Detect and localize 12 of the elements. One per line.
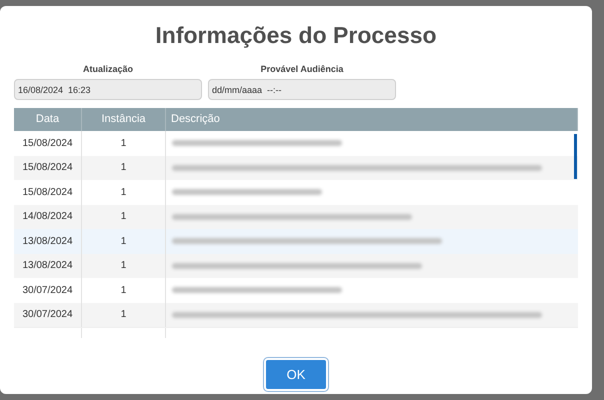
table-row[interactable]: 15/08/2024 1: [14, 156, 578, 180]
table-row[interactable]: 13/08/2024 1: [14, 229, 578, 254]
date-field[interactable]: 16/08/2024 16:23: [14, 79, 202, 100]
table-row[interactable]: 13/08/2024 1: [14, 254, 578, 278]
field-label: Atualização: [82, 62, 133, 76]
date-field[interactable]: dd/mm/aaaa --:--: [208, 79, 396, 100]
field-label: Provável Audiência: [260, 62, 344, 76]
dialog-title: Informações do Processo: [155, 21, 437, 50]
ok-button[interactable]: OK: [264, 358, 328, 391]
table-row[interactable]: 30/07/2024 1: [14, 302, 578, 327]
scrollbar-thumb[interactable]: [574, 134, 577, 179]
table-row[interactable]: 14/08/2024 1: [14, 204, 578, 229]
